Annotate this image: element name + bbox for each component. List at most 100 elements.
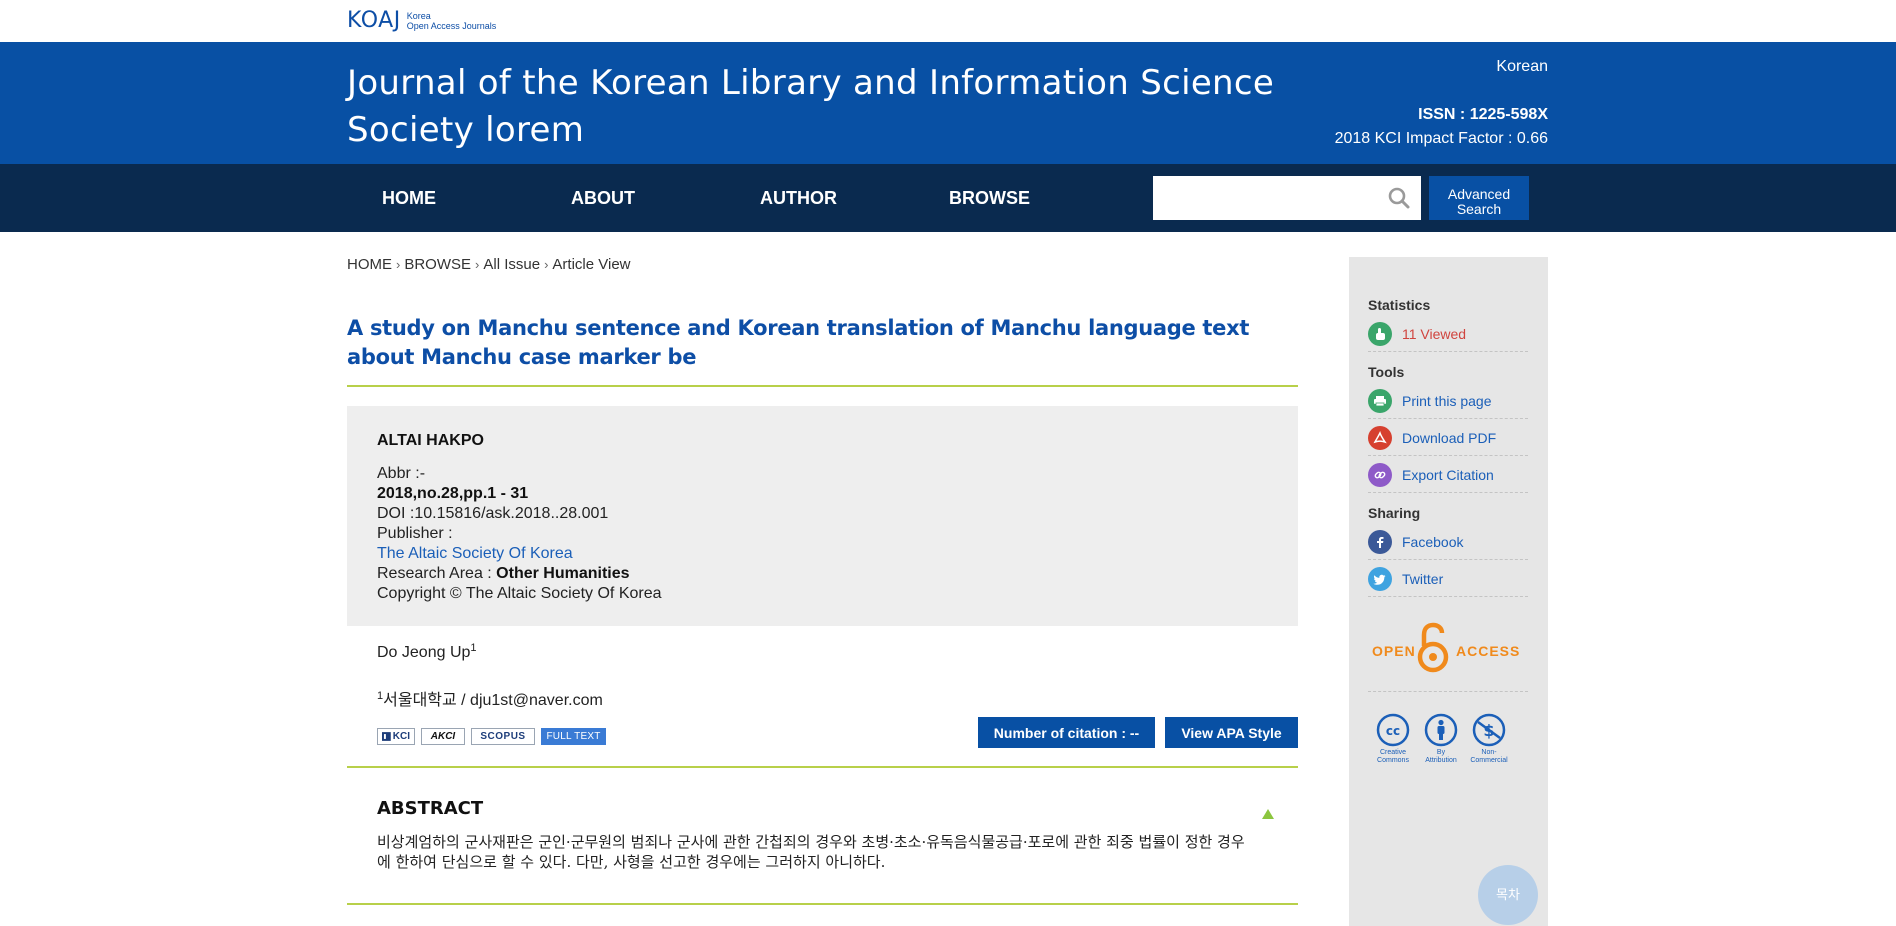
twitter-icon — [1368, 566, 1392, 591]
export-citation-link[interactable]: Export Citation — [1402, 467, 1494, 483]
sharing-heading: Sharing — [1368, 505, 1421, 521]
chevron-right-icon: › — [396, 257, 401, 272]
abstract-divider — [347, 903, 1298, 905]
facebook-link[interactable]: Facebook — [1402, 534, 1463, 550]
breadcrumb-article-view[interactable]: Article View — [552, 256, 630, 273]
toc-floating-button[interactable]: 목차 — [1478, 865, 1538, 925]
svg-text:cc: cc — [1386, 724, 1400, 738]
license-icons: cc CreativeCommons ByAttribution $ Non-C… — [1375, 713, 1508, 765]
top-strip: KOAJ Korea Open Access Journals — [0, 0, 1896, 42]
author-line: Do Jeong Up1 — [377, 642, 477, 662]
breadcrumb-browse[interactable]: BROWSE — [404, 256, 471, 273]
chevron-right-icon: › — [475, 257, 480, 272]
koaj-logo[interactable]: KOAJ Korea Open Access Journals — [347, 10, 496, 32]
author-name: Do Jeong Up — [377, 644, 471, 661]
search-input[interactable] — [1153, 176, 1373, 220]
print-link[interactable]: Print this page — [1402, 393, 1492, 409]
scopus-label: SCOPUS — [480, 731, 526, 742]
link-icon — [1368, 462, 1392, 487]
akci-badge[interactable]: AKCI — [421, 728, 465, 745]
nc-caption-2: Commercial — [1470, 757, 1508, 764]
full-text-badge[interactable]: FULL TEXT — [541, 728, 606, 745]
cc-caption-2: Commons — [1377, 757, 1409, 764]
nav-author[interactable]: AUTHOR — [760, 188, 837, 209]
sidebar-divider — [1368, 691, 1528, 692]
cc-caption-1: Creative — [1379, 749, 1407, 756]
logo-subtitle: Korea Open Access Journals — [407, 11, 497, 31]
pdf-icon — [1368, 425, 1392, 450]
article-title: A study on Manchu sentence and Korean tr… — [347, 316, 1250, 369]
breadcrumb-home[interactable]: HOME — [347, 256, 392, 273]
apa-style-button[interactable]: View APA Style — [1165, 717, 1298, 748]
nc-caption-1: Non- — [1481, 749, 1497, 756]
nav-about[interactable]: ABOUT — [571, 188, 635, 209]
open-access-right: ACCESS — [1456, 643, 1521, 659]
section-divider — [347, 766, 1298, 768]
kci-label: KCI — [392, 731, 410, 742]
abbr: Abbr :- — [377, 465, 426, 482]
main-nav: HOME ABOUT AUTHOR BROWSE Advanced Search — [0, 164, 1896, 232]
download-row[interactable]: Download PDF — [1368, 420, 1528, 456]
abstract-text: 비상계엄하의 군사재판은 군인·군무원의 범죄나 군사에 관한 간첩죄의 경우와… — [377, 833, 1245, 871]
journal-title[interactable]: Journal of the Korean Library and Inform… — [347, 60, 1287, 154]
logo-sub-line1: Korea — [406, 11, 431, 21]
statistics-heading: Statistics — [1368, 297, 1431, 313]
logo-mark: KOAJ — [347, 8, 401, 33]
article-info-box: ALTAI HAKPO Abbr :- 2018,no.28,pp.1 - 31… — [347, 406, 1298, 626]
scopus-badge[interactable]: SCOPUS — [471, 728, 535, 745]
doi: DOI :10.15816/ask.2018..28.001 — [377, 505, 609, 522]
viewed-row: 11 Viewed — [1368, 316, 1528, 352]
open-access-logo: OPEN ACCESS — [1372, 622, 1522, 678]
journal-name: ALTAI HAKPO — [377, 432, 484, 449]
open-access-left: OPEN — [1372, 643, 1416, 659]
facebook-row[interactable]: Facebook — [1368, 524, 1528, 560]
printer-icon — [1368, 388, 1392, 413]
print-row[interactable]: Print this page — [1368, 383, 1528, 419]
research-area: Research Area : Other Humanities — [377, 564, 662, 584]
tools-heading: Tools — [1368, 364, 1405, 380]
by-caption-2: Attribution — [1425, 757, 1457, 764]
breadcrumb-all-issue[interactable]: All Issue — [483, 256, 540, 273]
search-icon[interactable] — [1387, 186, 1411, 210]
export-row[interactable]: Export Citation — [1368, 457, 1528, 493]
publisher-link[interactable]: The Altaic Society Of Korea — [377, 545, 573, 562]
creative-commons-icon: cc — [1376, 713, 1410, 747]
kci-badge[interactable]: KCI — [377, 728, 415, 745]
breadcrumb: HOME › BROWSE › All Issue › Article View — [347, 256, 631, 273]
hand-pointer-icon — [1368, 321, 1392, 346]
cc-license[interactable]: cc Creative Commons — [1375, 713, 1411, 765]
advanced-search-button[interactable]: Advanced Search — [1429, 176, 1529, 220]
full-text-label: FULL TEXT — [546, 731, 601, 742]
nc-caption: Non- Commercial — [1470, 749, 1507, 765]
right-sidebar: Statistics 11 Viewed Tools Print this pa… — [1349, 257, 1548, 926]
issn: ISSN : 1225-598X — [1418, 106, 1548, 123]
volume-info: 2018,no.28,pp.1 - 31 — [377, 485, 529, 502]
journal-header: Journal of the Korean Library and Inform… — [0, 42, 1896, 164]
nc-license[interactable]: $ Non-Commercial — [1470, 713, 1508, 765]
citation-count-button[interactable]: Number of citation : -- — [978, 717, 1155, 748]
collapse-triangle-icon[interactable] — [1261, 808, 1275, 820]
logo-sub-line2: Open Access Journals — [406, 21, 497, 31]
language-link[interactable]: Korean — [1496, 58, 1548, 76]
by-license[interactable]: By Attribution — [1423, 713, 1459, 765]
nav-home[interactable]: HOME — [382, 188, 436, 209]
attribution-person-icon — [1424, 713, 1458, 747]
nav-browse[interactable]: BROWSE — [949, 188, 1030, 209]
kci-mark-icon — [382, 732, 391, 741]
open-lock-icon — [1417, 622, 1449, 673]
copyright: Copyright © The Altaic Society Of Korea — [377, 585, 662, 602]
title-divider — [347, 385, 1298, 387]
author-sup: 1 — [470, 642, 477, 654]
research-area-value: Other Humanities — [496, 565, 630, 582]
twitter-link[interactable]: Twitter — [1402, 571, 1443, 587]
twitter-row[interactable]: Twitter — [1368, 561, 1528, 597]
affiliation-line: 1서울대학교 / dju1st@naver.com — [377, 686, 603, 710]
advanced-search-line2: Search — [1456, 200, 1502, 217]
by-caption: By Attribution — [1425, 749, 1457, 765]
non-commercial-icon: $ — [1472, 713, 1506, 747]
research-area-label: Research Area : — [377, 565, 497, 582]
facebook-icon — [1368, 529, 1392, 554]
search-box — [1153, 176, 1421, 220]
download-pdf-link[interactable]: Download PDF — [1402, 430, 1496, 446]
akci-label: AKCI — [430, 731, 456, 742]
